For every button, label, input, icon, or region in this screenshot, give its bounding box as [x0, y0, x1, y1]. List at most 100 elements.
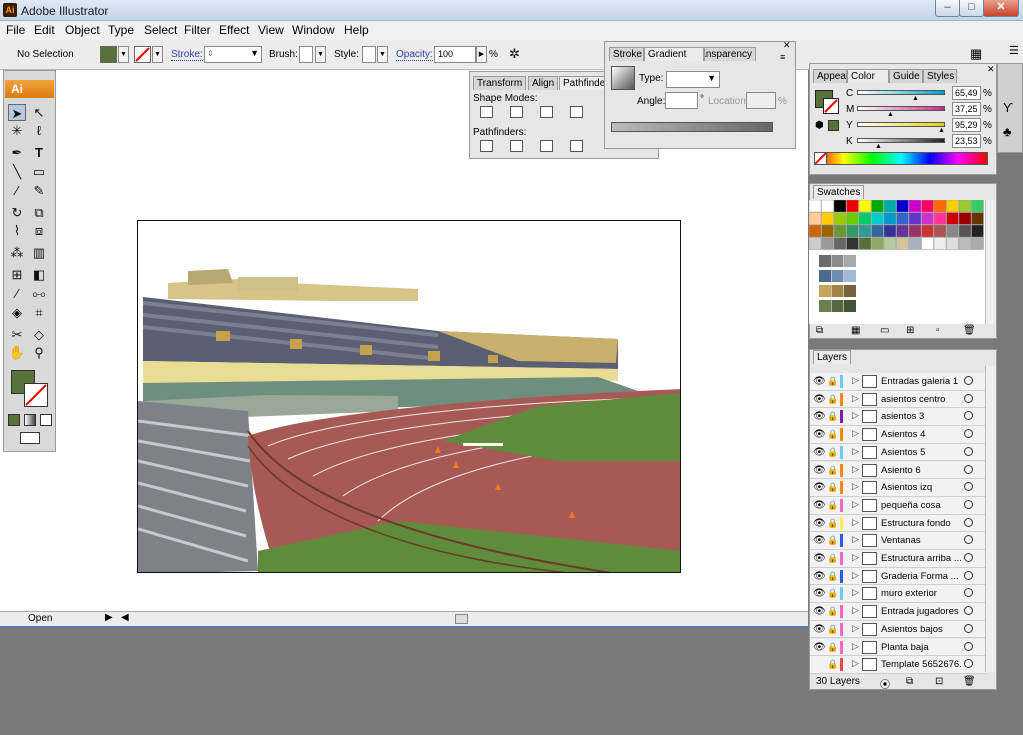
layer-row[interactable]: 👁 🔒 ▷ Ventanas [810, 532, 986, 550]
layer-target-icon[interactable] [964, 588, 973, 598]
last-color-swatch[interactable] [828, 120, 839, 131]
intersect-icon[interactable] [540, 106, 553, 118]
layer-row[interactable]: 🔒 ▷ Template 5652676... [810, 656, 986, 674]
swatch-cell[interactable] [831, 270, 844, 282]
layer-row[interactable]: 👁 🔒 ▷ Asientos izq [810, 479, 986, 497]
expand-triangle-icon[interactable]: ▷ [852, 481, 859, 492]
lock-icon[interactable]: 🔒 [827, 518, 838, 528]
swatch-cell[interactable] [833, 237, 847, 250]
menu-window[interactable]: Window [292, 23, 335, 37]
slider-thumb-icon[interactable]: ▲ [875, 143, 882, 150]
live-paint-selection-icon[interactable]: ⌗ [30, 304, 48, 321]
delete-swatch-icon[interactable]: 🗑 [963, 325, 976, 336]
lock-icon[interactable]: 🔒 [827, 535, 838, 545]
swatch-cell[interactable] [871, 200, 884, 213]
layer-target-icon[interactable] [964, 570, 973, 580]
swatch-cell[interactable] [809, 200, 822, 213]
stroke-weight-field[interactable]: ⇕ ▼ [204, 46, 262, 63]
merge-icon[interactable] [540, 140, 553, 152]
layer-name[interactable]: asientos 3 [881, 411, 961, 422]
layer-target-icon[interactable] [964, 499, 973, 509]
line-tool-icon[interactable]: ╲ [8, 163, 26, 180]
layer-target-icon[interactable] [964, 482, 973, 492]
delete-layer-icon[interactable]: 🗑 [963, 676, 976, 687]
swatches-grid[interactable] [809, 200, 987, 324]
layer-target-icon[interactable] [964, 411, 973, 421]
swatch-cell[interactable] [946, 224, 959, 238]
expand-triangle-icon[interactable]: ▷ [852, 623, 859, 634]
lock-icon[interactable]: 🔒 [827, 553, 838, 563]
paintbrush-icon[interactable]: ⁄ [8, 182, 26, 199]
swatch-cell[interactable] [819, 285, 831, 297]
swatch-cell[interactable] [896, 237, 909, 250]
menu-edit[interactable]: Edit [34, 23, 55, 37]
opacity-arrow[interactable]: ▶ [476, 46, 487, 63]
scroll-left-icon[interactable]: ◀ [121, 612, 129, 623]
layer-row[interactable]: 👁 🔒 ▷ asientos centro [810, 390, 986, 409]
visibility-eye-icon[interactable]: 👁 [813, 376, 826, 387]
rotate-tool-icon[interactable]: ↻ [8, 204, 26, 221]
layer-row[interactable]: 👁 🔒 ▷ Asientos bajos [810, 620, 986, 639]
menu-type[interactable]: Type [108, 23, 134, 37]
lock-icon[interactable]: 🔒 [827, 394, 838, 404]
swatches-scrollbar[interactable] [985, 200, 995, 324]
tab-align[interactable]: Align [528, 76, 559, 90]
visibility-eye-icon[interactable]: 👁 [813, 411, 826, 422]
style-field[interactable] [362, 46, 376, 63]
lock-icon[interactable]: 🔒 [827, 642, 838, 652]
visibility-eye-icon[interactable]: 👁 [813, 394, 826, 405]
swatch-cell[interactable] [833, 212, 847, 225]
locate-object-icon[interactable]: ⦿ [880, 676, 890, 691]
swatch-cell[interactable] [858, 237, 872, 250]
tab-guide[interactable]: Guide [889, 69, 923, 83]
pen-tool-icon[interactable]: ✒ [8, 144, 26, 161]
swatch-cell[interactable] [958, 200, 972, 213]
panel-close-icon[interactable]: ✕ [987, 64, 995, 75]
stepper-icon[interactable]: ⇕ [207, 49, 214, 58]
angle-field[interactable] [665, 92, 698, 109]
gradient-mode-button[interactable] [24, 414, 36, 426]
expand-triangle-icon[interactable]: ▷ [852, 393, 859, 404]
channel-slider[interactable] [857, 90, 945, 95]
column-graph-icon[interactable]: ▥ [30, 244, 48, 261]
chevron-down-icon[interactable]: ▼ [250, 48, 259, 58]
swatch-cell[interactable] [858, 200, 872, 213]
layer-row[interactable]: 👁 🔒 ▷ Entrada jugadores [810, 603, 986, 621]
rectangle-tool-icon[interactable]: ▭ [30, 163, 48, 180]
new-color-group-icon[interactable]: ⊞ [906, 325, 914, 336]
lock-icon[interactable]: 🔒 [827, 376, 838, 386]
swatch-cell[interactable] [908, 200, 922, 213]
layer-name[interactable]: Estructura arriba ... [881, 553, 961, 564]
layer-name[interactable]: Graderia Forma ... [881, 571, 961, 582]
swatch-cell[interactable] [809, 224, 822, 238]
show-swatch-kinds-icon[interactable]: ▦ [851, 325, 860, 336]
trim-icon[interactable] [510, 140, 523, 152]
swatch-cell[interactable] [958, 212, 972, 225]
layer-name[interactable]: Asientos izq [881, 482, 961, 493]
swatch-cell[interactable] [958, 237, 972, 250]
expand-triangle-icon[interactable]: ▷ [852, 517, 859, 528]
swatch-cell[interactable] [846, 237, 859, 250]
status-arrow-icon[interactable]: ▶ [105, 612, 113, 623]
layer-name[interactable]: Planta baja [881, 642, 961, 653]
lock-icon[interactable]: 🔒 [827, 606, 838, 616]
swatch-cell[interactable] [921, 200, 934, 213]
visibility-eye-icon[interactable]: 👁 [813, 535, 826, 546]
lock-icon[interactable]: 🔒 [827, 465, 838, 475]
layer-row[interactable]: 👁 🔒 ▷ Asientos 5 [810, 443, 986, 462]
layer-target-icon[interactable] [964, 659, 973, 669]
warp-tool-icon[interactable]: ⌇ [8, 222, 26, 239]
swatch-cell[interactable] [858, 224, 872, 238]
pencil-icon[interactable]: ✎ [30, 182, 48, 199]
swatch-cell[interactable] [896, 200, 909, 213]
swatch-cell[interactable] [883, 237, 897, 250]
chevron-down-icon[interactable]: ▼ [707, 73, 716, 83]
tab-transparency[interactable]: Transparency [704, 47, 756, 61]
brush-field[interactable] [299, 46, 313, 63]
layer-name[interactable]: Entradas galeria 1 [881, 376, 961, 387]
lock-icon[interactable]: 🔒 [827, 500, 838, 510]
swatch-cell[interactable] [846, 212, 859, 225]
gradient-preview-swatch[interactable] [611, 66, 635, 90]
layer-target-icon[interactable] [964, 535, 973, 545]
recolor-artwork-icon[interactable]: ✲ [509, 46, 520, 62]
